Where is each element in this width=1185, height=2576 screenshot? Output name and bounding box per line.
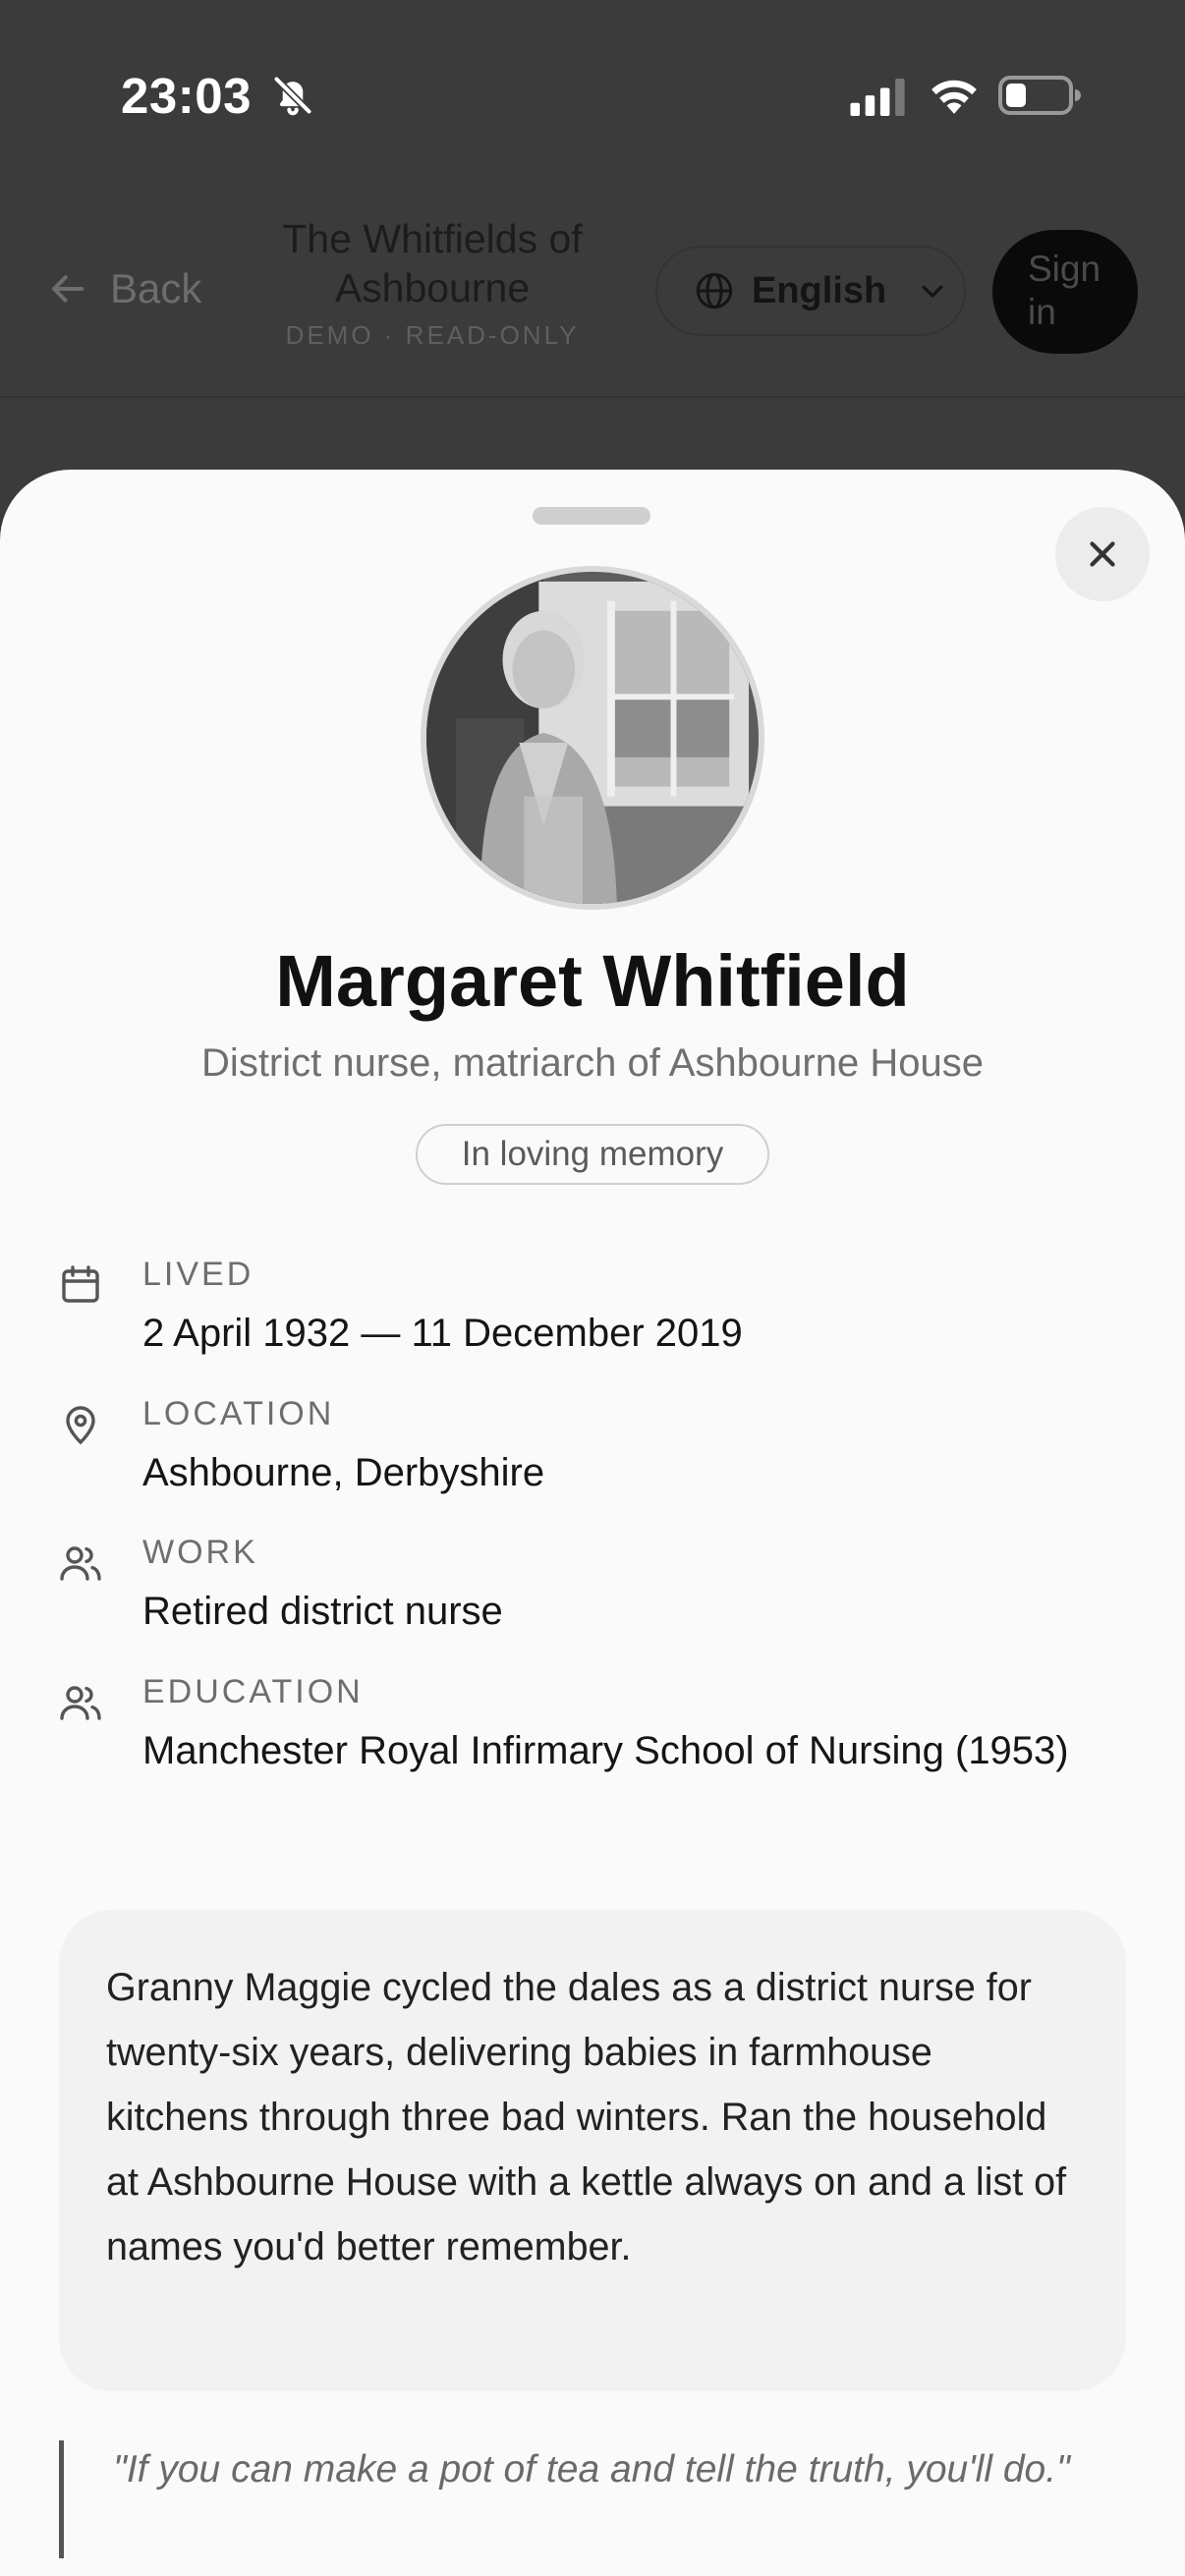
fact-value: Manchester Royal Infirmary School of Nur… bbox=[142, 1729, 1069, 1772]
language-selector[interactable]: English bbox=[655, 246, 966, 336]
fact-value: Ashbourne, Derbyshire bbox=[142, 1451, 545, 1494]
globe-icon bbox=[696, 272, 733, 309]
bio-card: Granny Maggie cycled the dales as a dist… bbox=[59, 1910, 1126, 2391]
fact-label: WORK bbox=[142, 1534, 258, 1571]
profile-sheet: Margaret Whitfield District nurse, matri… bbox=[0, 470, 1185, 2576]
site-subtitle: DEMO · READ-ONLY bbox=[285, 320, 580, 350]
language-label: English bbox=[752, 269, 887, 311]
back-label: Back bbox=[110, 265, 202, 311]
memorial-badge: In loving memory bbox=[416, 1124, 769, 1185]
location-pin-icon bbox=[66, 1406, 95, 1445]
fact-label: EDUCATION bbox=[142, 1673, 364, 1710]
people-icon bbox=[60, 1546, 101, 1581]
site-title: The Whitfields of Ashbourne bbox=[282, 216, 583, 310]
sign-in-button[interactable]: Sign in bbox=[992, 230, 1138, 354]
back-button[interactable]: Back bbox=[49, 257, 201, 320]
signal-icon bbox=[850, 79, 905, 116]
quote-block: "If you can make a pot of tea and tell t… bbox=[59, 2440, 1126, 2558]
calendar-icon bbox=[62, 1265, 99, 1303]
person-tagline: District nurse, matriarch of Ashbourne H… bbox=[201, 1041, 984, 1085]
avatar bbox=[421, 566, 764, 910]
top-bar: Back The Whitfields of Ashbourne DEMO · … bbox=[0, 196, 1185, 398]
people-icon bbox=[60, 1686, 101, 1720]
fact-label: LIVED bbox=[142, 1256, 254, 1293]
close-button[interactable] bbox=[1055, 507, 1150, 601]
fact-label: LOCATION bbox=[142, 1395, 335, 1432]
sheet-grabber[interactable] bbox=[533, 507, 650, 525]
battery-icon bbox=[998, 76, 1081, 115]
person-name: Margaret Whitfield bbox=[275, 940, 910, 1022]
arrow-left-icon bbox=[52, 275, 85, 303]
portrait-photo bbox=[426, 572, 759, 904]
status-bar: 23:03 bbox=[0, 0, 1185, 187]
wifi-icon bbox=[931, 80, 977, 114]
bell-slash-icon bbox=[272, 75, 313, 116]
fact-value: 2 April 1932 — 11 December 2019 bbox=[142, 1312, 743, 1355]
status-time: 23:03 bbox=[121, 68, 252, 124]
fact-value: Retired district nurse bbox=[142, 1590, 503, 1633]
background-page: 23:03 Back The Whitfields of Ashbourne D… bbox=[0, 0, 1185, 511]
chevron-down-icon bbox=[922, 285, 943, 298]
close-icon bbox=[1090, 541, 1115, 567]
